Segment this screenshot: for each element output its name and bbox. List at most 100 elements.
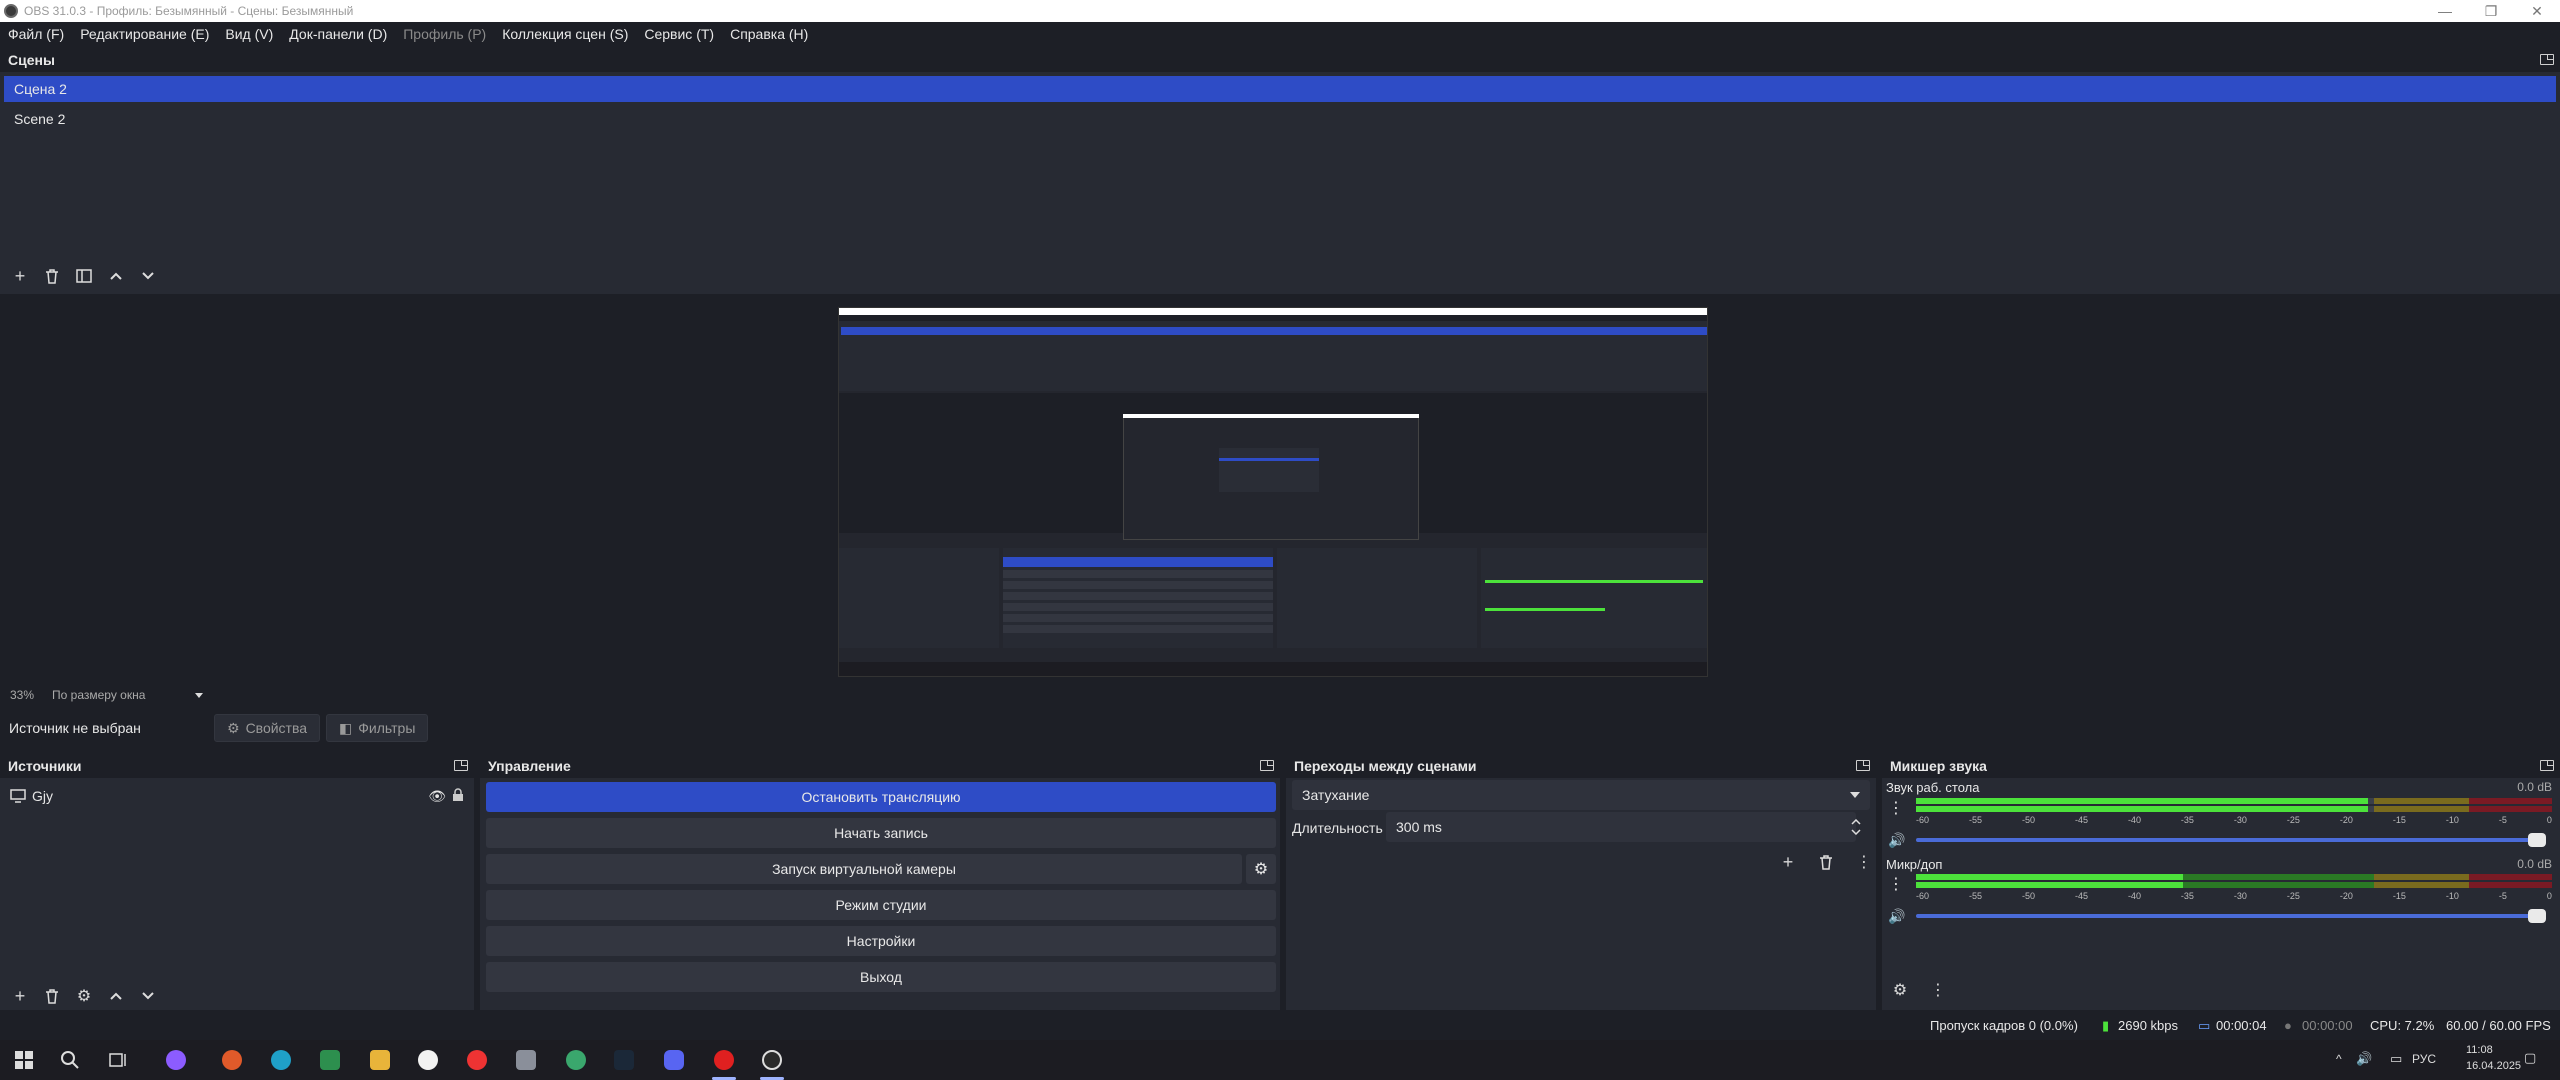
scene-item[interactable]: Scene 2 <box>4 106 2556 132</box>
chevron-down-icon[interactable] <box>134 984 162 1008</box>
more-options-icon[interactable]: ⋮ <box>1850 850 1878 874</box>
alice-icon[interactable] <box>166 1050 186 1070</box>
clock-time[interactable]: 11:08 <box>2466 1044 2493 1056</box>
windows-start-icon[interactable] <box>14 1050 34 1070</box>
volume-slider[interactable] <box>1916 833 2546 847</box>
obs-icon[interactable] <box>762 1050 782 1070</box>
studio-mode-button[interactable]: Режим студии <box>486 890 1276 920</box>
slider-handle[interactable] <box>2528 909 2546 923</box>
add-icon[interactable]: + <box>6 984 34 1008</box>
undock-icon[interactable] <box>2540 54 2554 65</box>
language-indicator[interactable]: РУС <box>2412 1052 2436 1066</box>
meter-tick-label: -25 <box>2286 815 2300 825</box>
menu-scene-collection[interactable]: Коллекция сцен (S) <box>494 26 636 42</box>
volume-meter <box>1916 882 2552 888</box>
meter-tick-label: -60 <box>1916 891 1930 901</box>
undock-icon[interactable] <box>2540 760 2554 771</box>
trash-icon[interactable] <box>38 984 66 1008</box>
start-record-button[interactable]: Начать запись <box>486 818 1276 848</box>
settings-button[interactable]: Настройки <box>486 926 1276 956</box>
minimize-icon[interactable]: — <box>2422 0 2468 22</box>
chevron-down-icon[interactable] <box>1851 829 1861 835</box>
task-view-icon[interactable] <box>108 1050 128 1070</box>
menu-view[interactable]: Вид (V) <box>217 26 281 42</box>
gear-icon[interactable]: ⚙ <box>70 984 98 1008</box>
chevron-up-icon[interactable] <box>102 984 130 1008</box>
discord-icon[interactable] <box>664 1050 684 1070</box>
eye-icon[interactable]: 👁 <box>428 788 446 805</box>
scene-item[interactable]: Сцена 2 <box>4 76 2556 102</box>
meter-tick-label: -55 <box>1968 891 1982 901</box>
undock-icon[interactable] <box>1260 760 1274 771</box>
app-icon[interactable] <box>516 1050 536 1070</box>
meter-tick-label: -35 <box>2180 815 2194 825</box>
virtual-camera-settings-button[interactable]: ⚙ <box>1246 854 1276 884</box>
chevron-up-icon[interactable] <box>102 264 130 288</box>
filters-label: Фильтры <box>358 720 416 736</box>
lock-icon[interactable] <box>452 787 464 805</box>
trash-icon[interactable] <box>1812 850 1840 874</box>
zoom-mode-select[interactable]: По размеру окна <box>52 688 145 702</box>
chevron-down-icon <box>1850 792 1860 798</box>
speaker-icon[interactable]: 🔊 <box>1888 908 1905 925</box>
filter-icon[interactable] <box>70 264 98 288</box>
menu-tools[interactable]: Сервис (T) <box>636 26 722 42</box>
zoom-caret-icon[interactable] <box>195 692 204 698</box>
add-icon[interactable]: + <box>1774 850 1802 874</box>
mixer-title: Микшер звука <box>1890 758 1987 774</box>
menu-file[interactable]: Файл (F) <box>0 26 72 42</box>
advanced-audio-icon[interactable]: ⚙ <box>1886 978 1914 1002</box>
preview-canvas[interactable] <box>838 307 1708 677</box>
search-icon[interactable] <box>60 1050 80 1070</box>
channel-db: 0.0 dB <box>2517 780 2552 794</box>
speaker-icon[interactable]: 🔊 <box>2356 1051 2372 1067</box>
chevron-up-icon[interactable] <box>1851 819 1861 825</box>
undock-icon[interactable] <box>1856 760 1870 771</box>
slider-handle[interactable] <box>2528 833 2546 847</box>
volume-slider[interactable] <box>1916 909 2546 923</box>
more-options-icon[interactable]: ⋮ <box>1924 978 1952 1002</box>
menu-profile[interactable]: Профиль (P) <box>395 26 494 42</box>
opera-icon[interactable] <box>714 1050 734 1070</box>
chevron-up-icon[interactable]: ^ <box>2336 1052 2342 1066</box>
yandex-icon[interactable] <box>467 1050 487 1070</box>
duration-stepper[interactable] <box>1844 812 1868 842</box>
source-item[interactable]: Gjy 👁 <box>10 786 464 806</box>
menu-edit[interactable]: Редактирование (E) <box>72 26 217 42</box>
chevron-down-icon[interactable] <box>134 264 162 288</box>
yandex-browser-icon[interactable] <box>418 1050 438 1070</box>
trash-icon[interactable] <box>38 264 66 288</box>
transition-select[interactable]: Затухание <box>1292 780 1870 810</box>
steam-icon[interactable] <box>614 1050 634 1070</box>
menu-docks[interactable]: Док-панели (D) <box>281 26 395 42</box>
more-options-icon[interactable]: ⋮ <box>1888 874 1904 894</box>
channel-db: 0.0 dB <box>2517 857 2552 871</box>
chrome-icon[interactable] <box>566 1050 586 1070</box>
volume-meter <box>1916 806 2552 812</box>
zoom-bar: 33% По размеру окна <box>0 686 250 704</box>
store-icon[interactable] <box>320 1050 340 1070</box>
add-icon[interactable]: + <box>6 264 34 288</box>
meter-tick-label: -45 <box>2074 815 2088 825</box>
virtual-camera-button[interactable]: Запуск виртуальной камеры <box>486 854 1242 884</box>
firefox-icon[interactable] <box>222 1050 242 1070</box>
network-icon[interactable]: ▭ <box>2390 1051 2402 1067</box>
explorer-icon[interactable] <box>370 1050 390 1070</box>
stop-stream-button[interactable]: Остановить трансляцию <box>486 782 1276 812</box>
more-options-icon[interactable]: ⋮ <box>1888 798 1904 818</box>
speaker-icon[interactable]: 🔊 <box>1888 832 1905 849</box>
maximize-icon[interactable]: ❐ <box>2468 0 2514 22</box>
menu-help[interactable]: Справка (H) <box>722 26 816 42</box>
duration-input[interactable]: 300 ms <box>1386 812 1856 842</box>
undock-icon[interactable] <box>454 760 468 771</box>
meter-tick-label: -5 <box>2498 891 2507 901</box>
transitions-header: Переходы между сценами <box>1286 754 1876 778</box>
filters-button[interactable]: ◧ Фильтры <box>326 714 429 742</box>
clock-date[interactable]: 16.04.2025 <box>2466 1060 2521 1072</box>
properties-button[interactable]: ⚙ Свойства <box>214 714 321 742</box>
obs-logo-icon <box>4 4 18 18</box>
close-icon[interactable]: ✕ <box>2514 0 2560 22</box>
exit-button[interactable]: Выход <box>486 962 1276 992</box>
notifications-icon[interactable]: ▢ <box>2524 1050 2536 1066</box>
edge-icon[interactable] <box>271 1050 291 1070</box>
